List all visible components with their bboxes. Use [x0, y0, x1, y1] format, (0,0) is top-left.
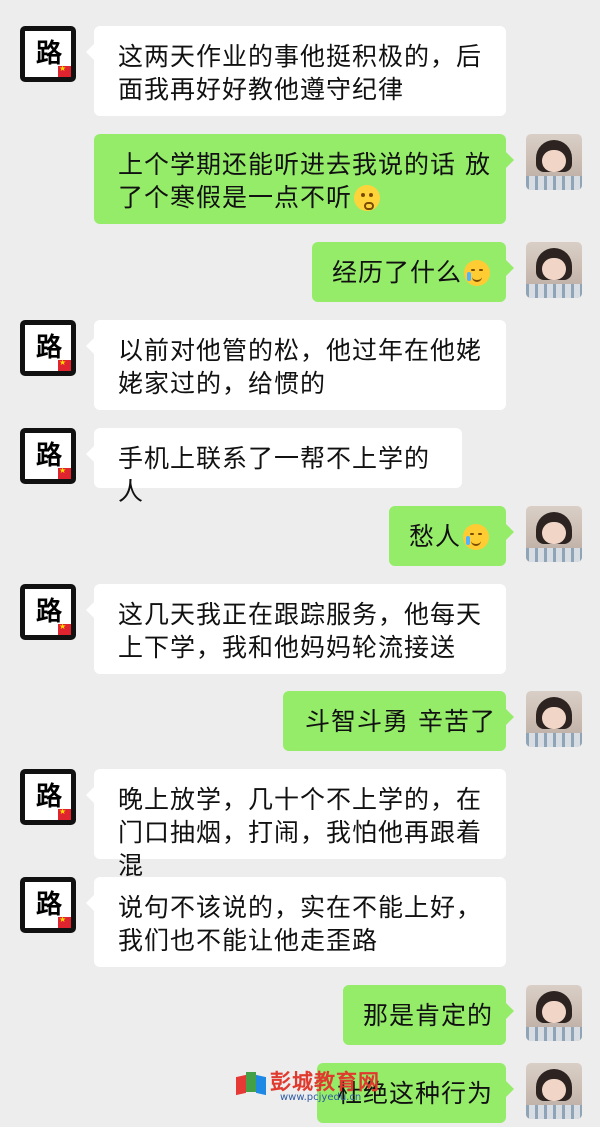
message-text: 愁人 — [409, 522, 462, 551]
user-avatar[interactable] — [526, 242, 582, 298]
china-flag-icon — [58, 807, 71, 820]
message-text: 这两天作业的事他挺积极的，后面我再好好教他遵守纪律 — [118, 42, 483, 104]
message-bubble[interactable]: 经历了什么 — [312, 242, 514, 302]
china-flag-icon — [58, 622, 71, 635]
message-bubble[interactable]: 斗智斗勇 辛苦了 — [283, 691, 514, 751]
girl-photo-avatar-icon — [542, 1001, 566, 1023]
sender-avatar[interactable]: 路 — [20, 877, 76, 933]
message-bubble[interactable]: 这两天作业的事他挺积极的，后面我再好好教他遵守纪律 — [86, 26, 506, 116]
sender-avatar[interactable]: 路 — [20, 320, 76, 376]
sender-avatar[interactable]: 路 — [20, 428, 76, 484]
message-bubble[interactable]: 手机上联系了一帮不上学的人 — [86, 428, 462, 506]
message-text: 上个学期还能听进去我说的话 放了个寒假是一点不听 — [118, 150, 491, 212]
message-text: 以前对他管的松，他过年在他姥姥家过的，给惯的 — [118, 336, 483, 398]
message-bubble[interactable]: 这几天我正在跟踪服务，他每天上下学，我和他妈妈轮流接送 — [86, 584, 506, 674]
message-text: 说句不该说的，实在不能上好，我们也不能让他走歪路 — [118, 893, 483, 955]
girl-photo-avatar-icon — [542, 707, 566, 729]
user-avatar[interactable] — [526, 691, 582, 747]
books-logo-icon — [236, 1070, 266, 1096]
message-text: 斗智斗勇 辛苦了 — [305, 707, 496, 736]
sender-avatar[interactable]: 路 — [20, 26, 76, 82]
china-flag-icon — [58, 915, 71, 928]
flushed-face-icon — [354, 185, 381, 211]
message-bubble[interactable]: 愁人 — [389, 506, 514, 566]
girl-photo-avatar-icon — [542, 258, 566, 280]
message-bubble[interactable]: 说句不该说的，实在不能上好，我们也不能让他走歪路 — [86, 877, 506, 967]
message-bubble[interactable]: 上个学期还能听进去我说的话 放了个寒假是一点不听 — [94, 134, 514, 224]
user-avatar[interactable] — [526, 506, 582, 562]
message-text: 这几天我正在跟踪服务，他每天上下学，我和他妈妈轮流接送 — [118, 600, 483, 662]
crying-laughing-face-icon — [463, 524, 490, 550]
message-bubble[interactable]: 那是肯定的 — [343, 985, 514, 1045]
crying-laughing-face-icon — [464, 260, 491, 286]
message-bubble[interactable]: 晚上放学，几十个不上学的，在门口抽烟，打闹，我怕他再跟着混 — [86, 769, 506, 880]
girl-photo-avatar-icon — [542, 522, 566, 544]
china-flag-icon — [58, 64, 71, 77]
message-text: 经历了什么 — [332, 258, 463, 287]
message-bubble[interactable]: 以前对他管的松，他过年在他姥姥家过的，给惯的 — [86, 320, 506, 410]
sender-avatar[interactable]: 路 — [20, 769, 76, 825]
user-avatar[interactable] — [526, 134, 582, 190]
girl-photo-avatar-icon — [542, 1079, 566, 1101]
message-text: 手机上联系了一帮不上学的人 — [118, 444, 431, 506]
girl-photo-avatar-icon — [542, 150, 566, 172]
watermark-url: www.pcjyedu.cn — [280, 1092, 362, 1103]
sender-avatar[interactable]: 路 — [20, 584, 76, 640]
message-text: 那是肯定的 — [363, 1001, 494, 1030]
site-watermark: 彭城教育网 www.pcjyedu.cn — [236, 1066, 386, 1106]
user-avatar[interactable] — [526, 985, 582, 1041]
user-avatar[interactable] — [526, 1063, 582, 1119]
china-flag-icon — [58, 358, 71, 371]
message-text: 晚上放学，几十个不上学的，在门口抽烟，打闹，我怕他再跟着混 — [118, 785, 483, 880]
china-flag-icon — [58, 466, 71, 479]
